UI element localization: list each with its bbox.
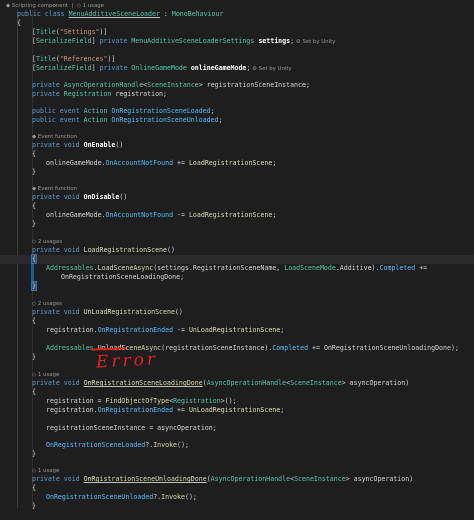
code-line[interactable]: } [0, 220, 474, 229]
code-line[interactable]: } [0, 168, 474, 177]
code-line[interactable]: } [0, 353, 474, 362]
codelens-hint[interactable]: ◆ Scripting component | ◇ 1 usage [0, 2, 474, 10]
code-line[interactable]: private void LoadRegistrationScene() [0, 246, 474, 255]
code-line[interactable]: Addressables.UnloadSceneAsync(registrati… [0, 344, 474, 353]
code-line[interactable]: { [0, 150, 474, 159]
code-line[interactable]: private void OnRgistrationSceneUnloading… [0, 475, 474, 484]
usages-icon: ◇ [32, 301, 38, 307]
code-line[interactable]: { [0, 388, 474, 397]
code-line[interactable]: [SerializeField] private OnlineGameMode … [0, 64, 474, 73]
code-line[interactable]: } [0, 450, 474, 459]
code-line[interactable]: registration = FindObjectOfType<Registra… [0, 397, 474, 406]
code-line[interactable]: OnRegistrationSceneLoaded?.Invoke(); [0, 441, 474, 450]
code-line[interactable]: [SerializeField] private MenuAdditiveSce… [0, 37, 474, 46]
code-line[interactable]: registration.OnRegistrationEnded += UnLo… [0, 406, 474, 415]
code-line[interactable]: onlineGameMode.OnAccountNotFound += Load… [0, 159, 474, 168]
code-line[interactable]: registrationSceneInstance = asyncOperati… [0, 424, 474, 433]
code-line[interactable]: private void OnDisable() [0, 193, 474, 202]
code-line[interactable]: public event Action OnRegistrationSceneU… [0, 116, 474, 125]
codelens-hint[interactable]: ◆ Event function [0, 133, 474, 141]
code-line-current[interactable]: { [0, 254, 474, 264]
brace-match: } [31, 281, 37, 291]
code-line[interactable]: { [0, 19, 474, 28]
code-line[interactable]: private void OnEnable() [0, 141, 474, 150]
brace-match: { [31, 254, 37, 264]
code-line[interactable]: private void UnLoadRegistrationScene() [0, 308, 474, 317]
codelens-hint[interactable]: ◇ 2 usages [0, 238, 474, 246]
codelens-hint[interactable]: ◇ 1 usage [0, 467, 474, 475]
code-line[interactable]: { [0, 317, 474, 326]
error-annotation: Error [95, 349, 159, 373]
usages-icon: ◇ [32, 239, 38, 245]
code-line[interactable]: OnRegistrationSceneUnloaded?.Invoke(); [0, 493, 474, 502]
codelens-hint[interactable]: ◆ Event function [0, 185, 474, 193]
code-line[interactable]: } [0, 502, 474, 511]
code-line[interactable]: public event Action OnRegistrationSceneL… [0, 107, 474, 116]
unity-icon: ◆ [6, 3, 12, 9]
code-line[interactable]: onlineGameMode.OnAccountNotFound -= Load… [0, 211, 474, 220]
code-line[interactable]: { [0, 202, 474, 211]
code-line[interactable]: [Title("References")] [0, 55, 474, 64]
code-line[interactable]: registration.OnRegistrationEnded -= UnLo… [0, 326, 474, 335]
codelens-hint[interactable]: ◇ 2 usages [0, 300, 474, 308]
code-line[interactable]: private AsyncOperationHandle<SceneInstan… [0, 81, 474, 90]
unity-icon: ◆ [32, 134, 38, 140]
code-line[interactable]: Addressables.LoadSceneAsync(settings.Reg… [0, 264, 474, 273]
code-line[interactable]: private void OnRegistrationSceneLoadingD… [0, 379, 474, 388]
code-line[interactable]: private Registration registration; [0, 90, 474, 99]
code-line[interactable]: [Title("Settings")] [0, 28, 474, 37]
codelens-hint[interactable]: ◇ 1 usage [0, 371, 474, 379]
code-line[interactable]: } [0, 281, 474, 291]
unity-icon: ◆ [32, 186, 38, 192]
code-line[interactable]: { [0, 484, 474, 493]
usages-icon: ◇ [32, 372, 38, 378]
code-line[interactable]: public class MenuAdditiveSceneLoader : M… [0, 10, 474, 19]
code-line[interactable]: OnRegistrationSceneLoadingDone; [0, 273, 474, 282]
usages-icon: ◇ [32, 468, 38, 474]
